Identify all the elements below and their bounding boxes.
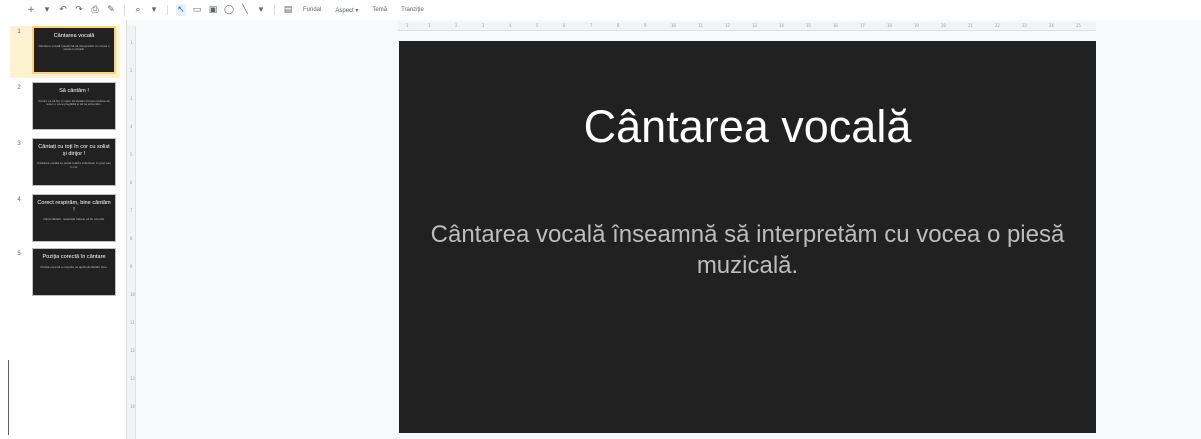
slide-thumbnail-3[interactable]: 3 Cântați cu toți în cor cu solist și di…: [10, 138, 120, 190]
thumbnail-title: Corect respirăm, bine cântăm !: [37, 200, 111, 213]
slide-thumbnail-1[interactable]: 1 Cântarea vocală Cântarea vocală înseam…: [10, 26, 120, 78]
textbox-icon[interactable]: ▭: [192, 4, 202, 16]
ruler-tick: 8: [130, 236, 133, 241]
print-icon[interactable]: ⎙: [90, 4, 100, 16]
ruler-tick: 14: [779, 23, 784, 28]
toolbar-divider: [274, 5, 275, 15]
slide-number: 1: [17, 29, 21, 35]
ruler-tick: 24: [1049, 23, 1054, 28]
filmstrip-edge-line: [8, 360, 9, 435]
ruler-tick: 25: [1076, 23, 1081, 28]
slide-preview[interactable]: Să cântăm ! Pentru ca să fim în stare să…: [32, 82, 116, 130]
ruler-tick: 10: [671, 23, 676, 28]
select-icon[interactable]: ↖: [176, 4, 186, 16]
slide-number: 2: [17, 85, 21, 91]
slide-preview[interactable]: Cântați cu toți în cor cu solist și diri…: [32, 138, 116, 186]
line-icon[interactable]: ╲: [240, 4, 250, 16]
chevron-down-icon[interactable]: ▾: [256, 4, 266, 16]
ruler-tick: 1: [130, 40, 133, 45]
ruler-tick: 19: [914, 23, 919, 28]
thumbnail-title: Cântați cu toți în cor cu solist și diri…: [38, 144, 110, 157]
image-icon[interactable]: ▣: [208, 4, 218, 16]
chevron-down-icon[interactable]: ▾: [42, 4, 52, 16]
vertical-ruler[interactable]: 1 2 3 4 5 6 7 8 9 10 11 12 13 14: [127, 26, 136, 439]
slides-editor: + ▾ ↶ ↷ ⎙ ✎ ⌕ ▾ ↖ ▭ ▣ ◯ ╲ ▾ ▤ Fundal Asp…: [0, 0, 1201, 439]
shape-icon[interactable]: ◯: [224, 4, 234, 16]
thumbnail-title: Să cântăm !: [59, 88, 89, 94]
layout-button[interactable]: Aspect ▾: [331, 7, 362, 14]
slide-number: 4: [17, 197, 21, 203]
ruler-tick: 4: [509, 23, 512, 28]
ruler-tick: 12: [130, 348, 135, 353]
slide-canvas[interactable]: Cântarea vocală Cântarea vocală înseamnă…: [137, 31, 1201, 439]
comment-icon[interactable]: ▤: [283, 4, 293, 16]
thumbnail-body: Poziția corectă a corpului ne ajută să c…: [40, 264, 108, 269]
ruler-tick: 20: [941, 23, 946, 28]
theme-button[interactable]: Temă: [368, 7, 391, 13]
thumbnail-body: Când cântăm, respirația trebuie să fie c…: [43, 217, 105, 222]
ruler-tick: 5: [536, 23, 539, 28]
thumbnail-body: Cântarea vocală înseamnă să interpretăm …: [38, 43, 110, 52]
horizontal-ruler[interactable]: 1 1 2 3 4 5 6 7 8 9 10 11 12 13 14 15 16…: [398, 22, 1096, 31]
slide-preview[interactable]: Cântarea vocală Cântarea vocală înseamnă…: [32, 26, 116, 74]
ruler-tick: 2: [130, 68, 133, 73]
ruler-tick: 10: [130, 292, 135, 297]
slide-preview[interactable]: Poziția corectă în cântare Poziția corec…: [32, 248, 116, 296]
background-button[interactable]: Fundal: [299, 7, 325, 13]
thumbnail-title: Cântarea vocală: [53, 33, 95, 39]
toolbar-divider: [167, 5, 168, 15]
thumbnail-body: Cântarea vocală se poate realiza individ…: [37, 161, 111, 169]
thumbnail-body: Pentru ca să fim în stare să cântăm frum…: [38, 98, 110, 107]
ruler-tick: 7: [130, 208, 133, 213]
transition-button[interactable]: Tranziție: [397, 7, 428, 13]
ruler-tick: 3: [130, 96, 133, 101]
ruler-tick: 11: [130, 320, 135, 325]
ruler-tick: 9: [644, 23, 647, 28]
ruler-tick: 5: [130, 152, 133, 157]
toolbar: + ▾ ↶ ↷ ⎙ ✎ ⌕ ▾ ↖ ▭ ▣ ◯ ╲ ▾ ▤ Fundal Asp…: [0, 0, 1201, 20]
slide-thumbnail-2[interactable]: 2 Să cântăm ! Pentru ca să fim în stare …: [10, 82, 120, 134]
ruler-tick: 1: [406, 23, 409, 28]
paint-format-icon[interactable]: ✎: [106, 4, 116, 16]
ruler-tick: 6: [563, 23, 566, 28]
slide-title[interactable]: Cântarea vocală: [399, 99, 1096, 155]
slide-body-text[interactable]: Cântarea vocală înseamnă să interpretăm …: [419, 219, 1076, 281]
ruler-tick: 21: [968, 23, 973, 28]
ruler-tick: 2: [455, 23, 458, 28]
ruler-tick: 6: [130, 180, 133, 185]
ruler-tick: 3: [482, 23, 485, 28]
slide-filmstrip: 1 Cântarea vocală Cântarea vocală înseam…: [0, 20, 127, 439]
thumbnail-title: Poziția corectă în cântare: [42, 254, 106, 260]
ruler-tick: 4: [130, 124, 133, 129]
ruler-tick: 15: [806, 23, 811, 28]
current-slide[interactable]: Cântarea vocală Cântarea vocală înseamnă…: [399, 41, 1096, 433]
ruler-tick: 22: [995, 23, 1000, 28]
ruler-tick: 7: [590, 23, 593, 28]
ruler-tick: 13: [752, 23, 757, 28]
ruler-tick: 14: [130, 404, 135, 409]
ruler-tick: 12: [725, 23, 730, 28]
ruler-tick: 9: [130, 264, 133, 269]
redo-icon[interactable]: ↷: [74, 4, 84, 16]
slide-number: 5: [17, 251, 21, 257]
ruler-tick: 8: [617, 23, 620, 28]
undo-icon[interactable]: ↶: [58, 4, 68, 16]
ruler-tick: 18: [887, 23, 892, 28]
zoom-icon[interactable]: ⌕: [133, 4, 143, 16]
ruler-tick: 17: [860, 23, 865, 28]
ruler-tick: 11: [698, 23, 703, 28]
ruler-tick: 23: [1022, 23, 1027, 28]
slide-thumbnail-5[interactable]: 5 Poziția corectă în cântare Poziția cor…: [10, 248, 120, 300]
add-icon[interactable]: +: [26, 4, 36, 16]
slide-number: 3: [17, 141, 21, 147]
ruler-tick: 1: [428, 23, 431, 28]
slide-preview[interactable]: Corect respirăm, bine cântăm ! Când cânt…: [32, 194, 116, 242]
ruler-tick: 13: [130, 376, 135, 381]
chevron-down-icon[interactable]: ▾: [149, 4, 159, 16]
toolbar-divider: [124, 5, 125, 15]
ruler-tick: 16: [833, 23, 838, 28]
slide-thumbnail-4[interactable]: 4 Corect respirăm, bine cântăm ! Când câ…: [10, 194, 120, 246]
